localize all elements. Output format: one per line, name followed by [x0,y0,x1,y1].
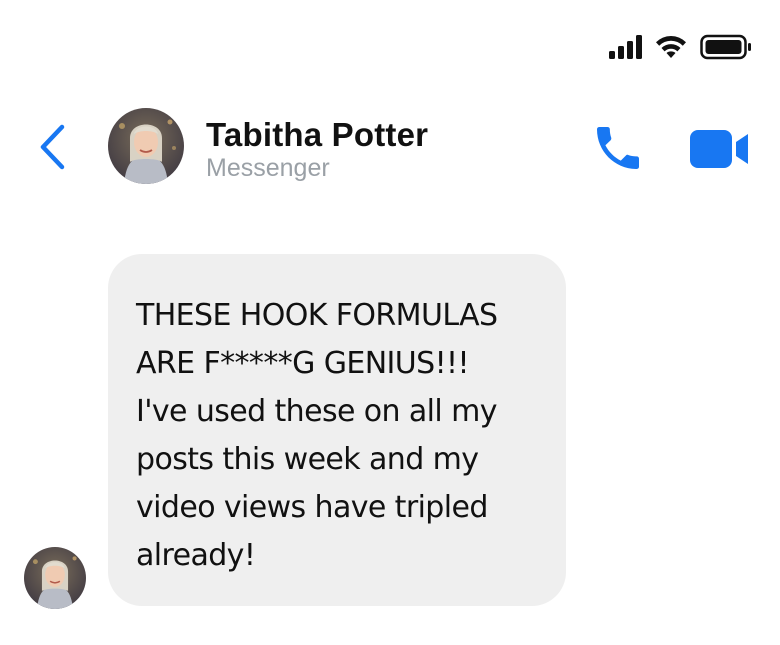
avatar-photo [108,108,184,184]
battery-icon [700,34,751,60]
status-bar [608,34,752,60]
chat-header: Tabitha Potter Messenger [0,104,780,194]
message-bubble[interactable]: THESE HOOK FORMULAS ARE F*****G GENIUS!!… [108,254,566,606]
message-text: THESE HOOK FORMULAS ARE F*****G GENIUS!!… [136,298,498,573]
video-call-button[interactable] [688,126,752,172]
avatar-photo [24,547,86,609]
message-row: THESE HOOK FORMULAS ARE F*****G GENIUS!!… [0,250,780,620]
contact-subtitle: Messenger [206,154,330,182]
signal-bars-icon [609,35,642,59]
back-button[interactable] [36,124,70,170]
chevron-left-icon [40,124,65,170]
sender-avatar[interactable] [24,547,86,609]
phone-icon [597,127,639,169]
call-button[interactable] [590,120,646,176]
avatar[interactable] [108,108,184,184]
wifi-icon [656,35,686,58]
video-camera-icon [690,130,748,168]
contact-name: Tabitha Potter [206,116,429,153]
